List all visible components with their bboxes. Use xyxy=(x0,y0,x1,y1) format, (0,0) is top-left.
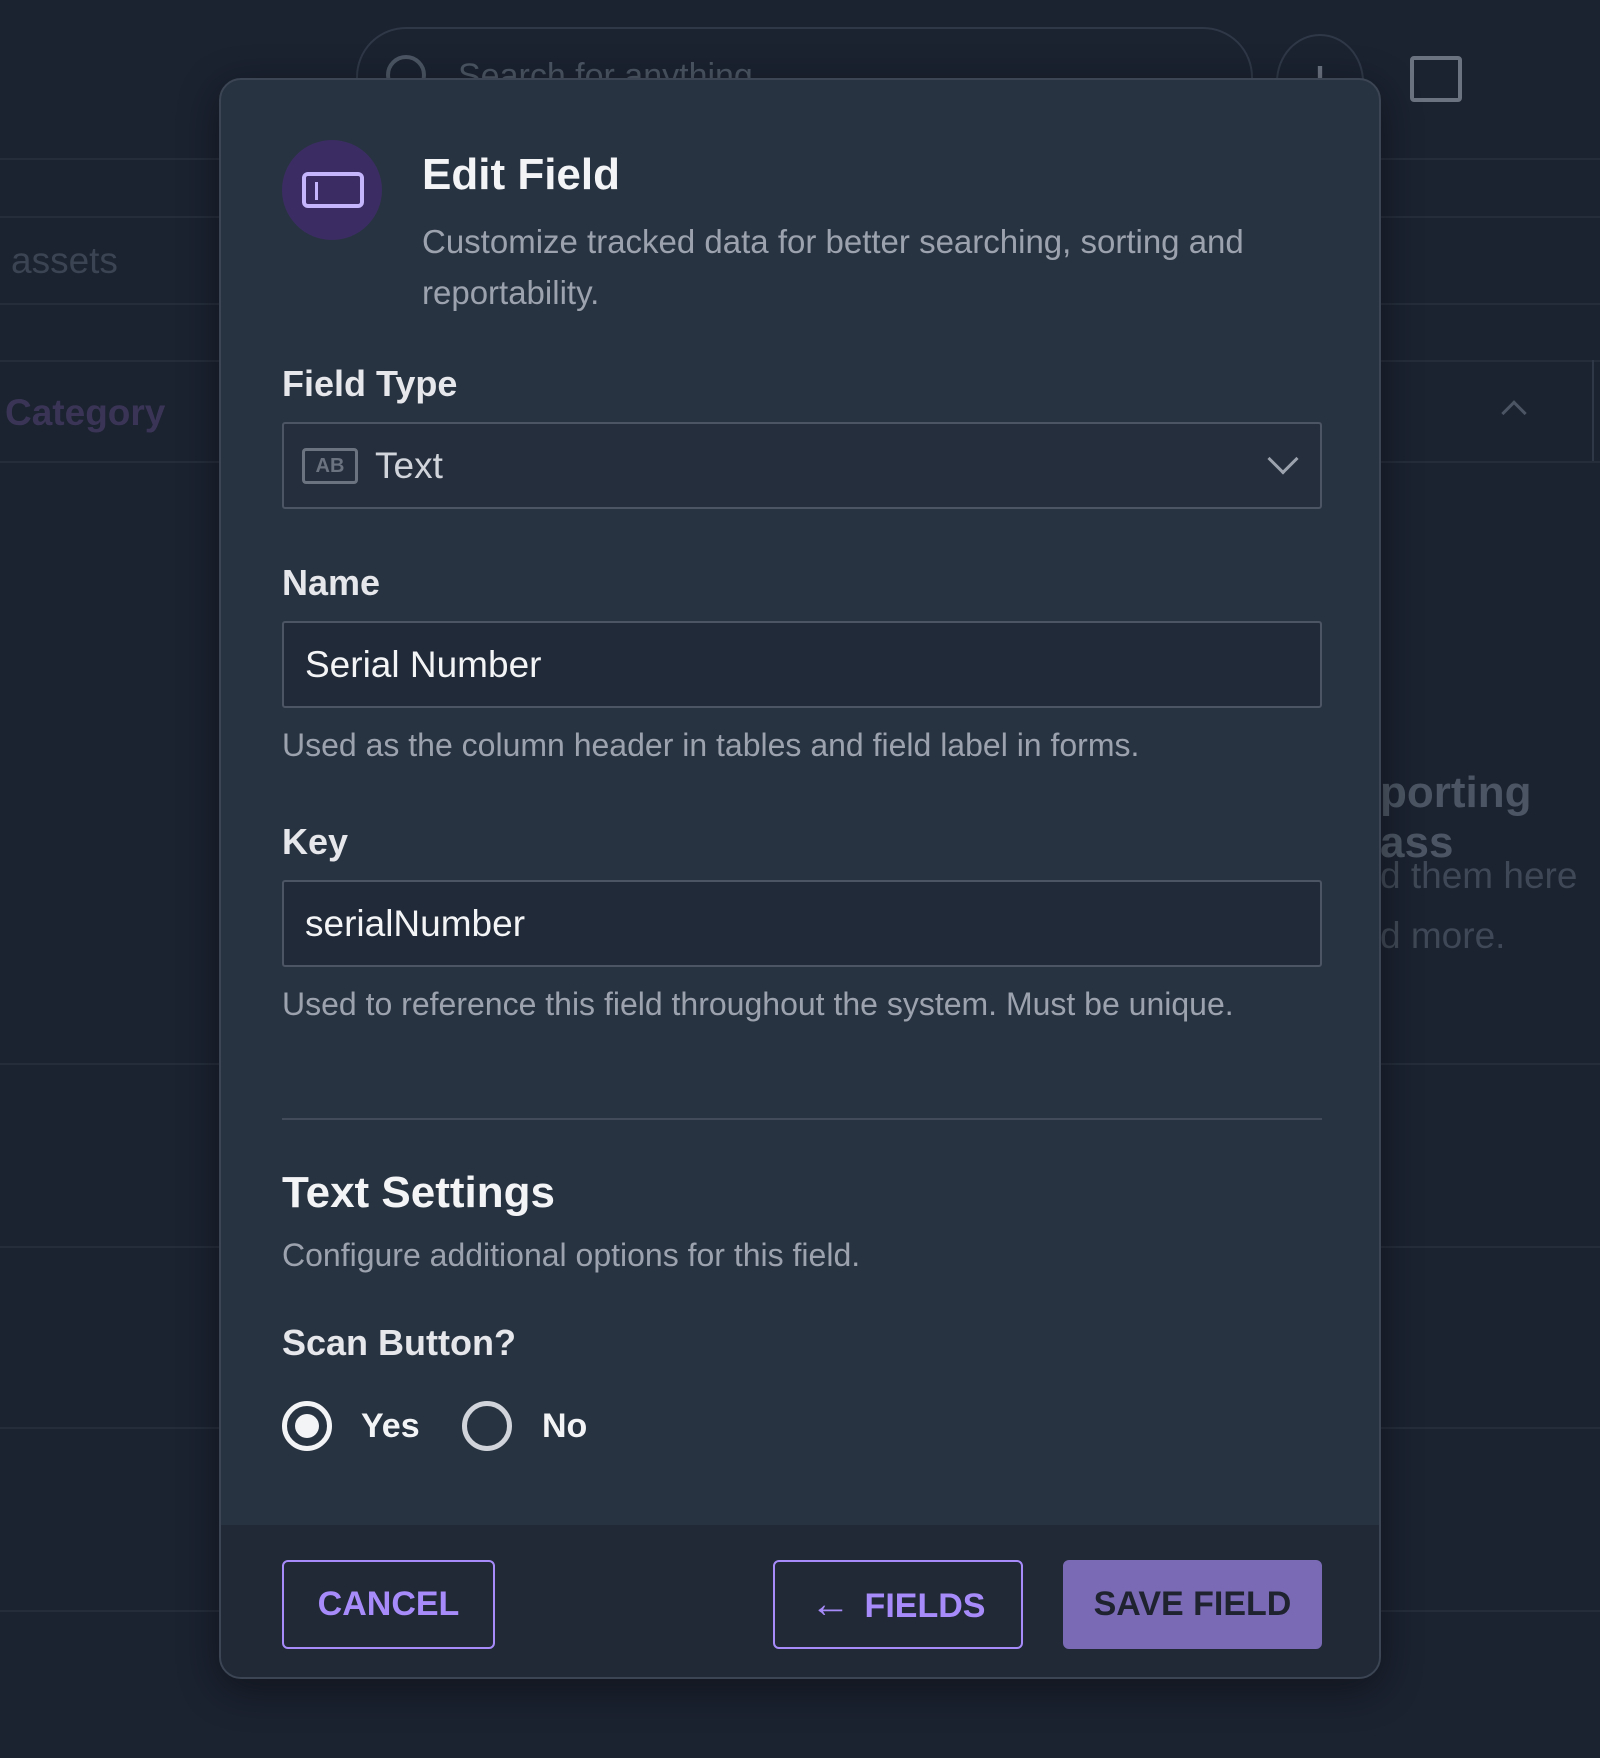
settings-title: Text Settings xyxy=(282,1168,556,1217)
chevron-up-icon[interactable] xyxy=(1501,400,1527,426)
field-type-select[interactable]: AB Text xyxy=(282,422,1322,509)
scan-yes-label[interactable]: Yes xyxy=(361,1407,420,1446)
chevron-down-icon xyxy=(1267,443,1299,475)
assets-text: assets xyxy=(11,240,118,281)
name-input[interactable]: Serial Number xyxy=(282,621,1322,708)
key-label: Key xyxy=(282,821,349,862)
cancel-button[interactable]: CANCEL xyxy=(282,1560,495,1649)
name-help: Used as the column header in tables and … xyxy=(282,727,1140,763)
arrow-left-icon: ← xyxy=(810,1582,851,1626)
edit-field-dialog: Edit Field Customize tracked data for be… xyxy=(219,78,1381,1679)
empty-state-text: d them here xyxy=(1380,855,1578,896)
divider xyxy=(1592,360,1594,461)
fields-label: FIELDS xyxy=(864,1587,986,1625)
scan-no-radio[interactable] xyxy=(462,1401,512,1451)
back-to-fields-button[interactable]: ← FIELDS xyxy=(773,1560,1023,1649)
key-input[interactable]: serialNumber xyxy=(282,880,1322,967)
scan-button-label: Scan Button? xyxy=(282,1322,516,1363)
ab-text-icon: AB xyxy=(302,448,358,484)
divider xyxy=(282,1118,1322,1120)
scan-no-label[interactable]: No xyxy=(542,1407,587,1446)
category-header[interactable]: Category xyxy=(5,392,165,434)
empty-state-text: d more. xyxy=(1380,915,1506,956)
text-field-icon xyxy=(282,140,382,240)
empty-state-title: porting ass xyxy=(1380,768,1532,867)
settings-description: Configure additional options for this fi… xyxy=(282,1237,861,1273)
dialog-title: Edit Field xyxy=(422,150,620,199)
name-label: Name xyxy=(282,562,381,603)
field-type-label: Field Type xyxy=(282,363,458,404)
barcode-scan-icon[interactable] xyxy=(1410,56,1462,102)
key-help: Used to reference this field throughout … xyxy=(282,986,1234,1022)
scan-yes-radio[interactable] xyxy=(282,1401,332,1451)
field-type-value: Text xyxy=(375,445,443,486)
save-field-button[interactable]: SAVE FIELD xyxy=(1063,1560,1322,1649)
dialog-description: Customize tracked data for better search… xyxy=(422,223,1244,311)
